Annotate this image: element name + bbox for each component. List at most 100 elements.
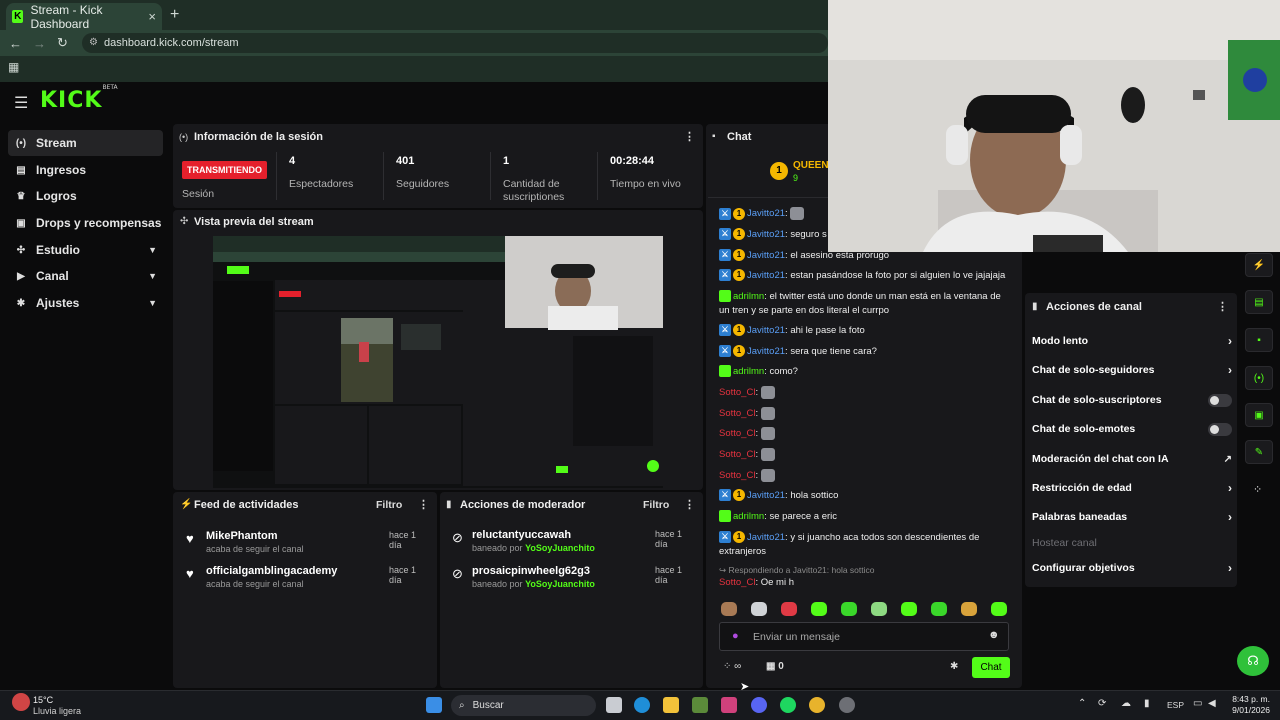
dock-chat-icon[interactable]: ▪ (1245, 328, 1273, 352)
dock-wrench-icon[interactable]: ✎ (1245, 440, 1273, 464)
reload-button[interactable]: ↻ (57, 35, 68, 51)
chat-username[interactable]: Javitto21 (747, 532, 785, 543)
chat-username[interactable]: Sotto_Cl (719, 470, 755, 481)
subscribers-only-toggle[interactable] (1208, 393, 1232, 407)
chat-settings-icon[interactable]: ✱ (950, 661, 958, 672)
slow-mode-item[interactable]: Modo lento › (1032, 331, 1232, 351)
tray-display-icon[interactable]: ▭ (1193, 698, 1202, 709)
chat-username[interactable]: Javitto21 (747, 490, 785, 501)
send-chat-button[interactable]: Chat (972, 657, 1010, 678)
kick-logo[interactable]: KICKBETA (40, 84, 118, 113)
tray-cloud-icon[interactable]: ☁ (1121, 698, 1131, 709)
edge-icon[interactable] (634, 697, 650, 713)
channel-points[interactable]: ⁘ ∞ (723, 661, 741, 672)
sidebar-item-estudio[interactable]: ✣ Estudio ▼ (8, 237, 163, 263)
forward-button[interactable]: → (33, 36, 46, 51)
configure-goals-item[interactable]: Configurar objetivos › (1032, 558, 1232, 578)
clock-date[interactable]: 9/01/2026 (1228, 705, 1270, 715)
browser-tab[interactable]: K Stream - Kick Dashboard × (6, 3, 162, 31)
chat-username[interactable]: Javitto21 (747, 325, 785, 336)
dock-bolt-icon[interactable]: ⚡ (1245, 253, 1273, 277)
feed-filter-button[interactable]: Filtro (376, 499, 402, 511)
sidebar-item-canal[interactable]: ▶ Canal ▼ (8, 263, 163, 289)
emote-icon[interactable] (751, 602, 767, 616)
sidebar-item-logros[interactable]: ♛ Logros (8, 183, 163, 209)
windows-start-icon[interactable] (426, 697, 442, 713)
menu-icon[interactable]: ☰ (14, 93, 28, 113)
chat-input[interactable]: ● Enviar un mensaje ☻ (719, 622, 1009, 651)
chat-username[interactable]: Javitto21 (747, 229, 785, 240)
url-field[interactable]: ⚙ dashboard.kick.com/stream (82, 33, 828, 53)
stream-preview-video[interactable] (213, 236, 663, 488)
emote-icon[interactable] (901, 602, 917, 616)
chat-username[interactable]: adrilmn (733, 291, 764, 302)
taskbar-search[interactable]: ⌕ Buscar (451, 695, 596, 716)
sidebar-item-ajustes[interactable]: ✱ Ajustes ▼ (8, 290, 163, 316)
followers-only-item[interactable]: Chat de solo-seguidores › (1032, 360, 1232, 380)
chat-username[interactable]: Javitto21 (747, 270, 785, 281)
moderator-name[interactable]: YoSoyJuanchito (525, 543, 595, 553)
sidebar-item-ingresos[interactable]: ▤ Ingresos (8, 157, 163, 183)
dock-clipboard-icon[interactable]: ▤ (1245, 290, 1273, 314)
follower-name[interactable]: officialgamblingacademy (206, 565, 337, 577)
tray-chevron-up-icon[interactable]: ⌃ (1078, 698, 1086, 709)
feed-menu-icon[interactable]: ⋮ (418, 498, 429, 511)
weather-icon[interactable] (12, 693, 30, 711)
tray-language[interactable]: ESP (1167, 700, 1184, 710)
chat-username[interactable]: Sotto_Cl (719, 428, 755, 439)
weather-temp[interactable]: 15°C (33, 695, 53, 705)
chat-username[interactable]: adrilmn (733, 511, 764, 522)
emote-icon[interactable] (811, 602, 827, 616)
gift-counter[interactable]: ▦ 0 (766, 661, 784, 672)
ai-moderation-item[interactable]: Moderación del chat con IA ↗ (1032, 449, 1232, 469)
obs-icon[interactable] (839, 697, 855, 713)
moderator-name[interactable]: YoSoyJuanchito (525, 579, 595, 589)
file-explorer-icon[interactable] (663, 697, 679, 713)
chat-username[interactable]: Javitto21 (747, 250, 785, 261)
sidebar-item-stream[interactable]: (•) Stream (8, 130, 163, 156)
emote-icon[interactable] (841, 602, 857, 616)
copilot-icon[interactable] (721, 697, 737, 713)
banned-user-name[interactable]: reluctantyuccawah (472, 529, 571, 541)
task-view-icon[interactable] (606, 697, 622, 713)
emote-icon[interactable] (961, 602, 977, 616)
chat-username[interactable]: Javitto21 (747, 346, 785, 357)
spotify-icon[interactable] (780, 697, 796, 713)
apps-grid-icon[interactable]: ▦ (8, 60, 19, 74)
emote-icon[interactable] (931, 602, 947, 616)
emotes-only-toggle[interactable] (1208, 422, 1232, 436)
site-info-icon[interactable]: ⚙ (89, 37, 98, 48)
support-headset-button[interactable]: ☊ (1237, 646, 1269, 676)
minecraft-icon[interactable] (692, 697, 708, 713)
clock-time[interactable]: 8:43 p. m. (1232, 694, 1270, 704)
emote-icon[interactable] (991, 602, 1007, 616)
close-tab-icon[interactable]: × (148, 9, 156, 24)
age-restriction-item[interactable]: Restricción de edad › (1032, 478, 1232, 498)
chrome-icon[interactable] (809, 697, 825, 713)
follower-name[interactable]: MikePhantom (206, 530, 278, 542)
mod-filter-button[interactable]: Filtro (643, 499, 669, 511)
emote-icon[interactable] (871, 602, 887, 616)
weather-desc[interactable]: Lluvia ligera (33, 706, 81, 716)
channel-actions-menu-icon[interactable]: ⋮ (1217, 300, 1228, 313)
tray-mic-icon[interactable]: ▮ (1144, 698, 1150, 709)
chat-username[interactable]: Sotto_Cl (719, 577, 755, 588)
mic-icon[interactable]: ● (732, 630, 739, 642)
sidebar-item-drops[interactable]: ▣ Drops y recompensas (8, 210, 163, 236)
session-menu-icon[interactable]: ⋮ (684, 130, 695, 143)
emoji-picker-icon[interactable]: ☻ (988, 629, 1000, 641)
dock-broadcast-icon[interactable]: (•) (1245, 366, 1273, 390)
emote-icon[interactable] (721, 602, 737, 616)
chat-username[interactable]: Sotto_Cl (719, 387, 755, 398)
emote-icon[interactable] (781, 602, 797, 616)
chat-username[interactable]: Sotto_Cl (719, 408, 755, 419)
banned-user-name[interactable]: prosaicpinwheelg62g3 (472, 565, 590, 577)
new-tab-button[interactable]: + (170, 6, 179, 24)
chat-username[interactable]: Sotto_Cl (719, 449, 755, 460)
chat-username[interactable]: adrilmn (733, 366, 764, 377)
tray-sync-icon[interactable]: ⟳ (1098, 698, 1106, 709)
back-button[interactable]: ← (9, 36, 22, 51)
tray-volume-icon[interactable]: ◀ (1208, 698, 1216, 709)
dock-share-icon[interactable]: ⁘ (1253, 483, 1262, 496)
banned-words-item[interactable]: Palabras baneadas › (1032, 507, 1232, 527)
